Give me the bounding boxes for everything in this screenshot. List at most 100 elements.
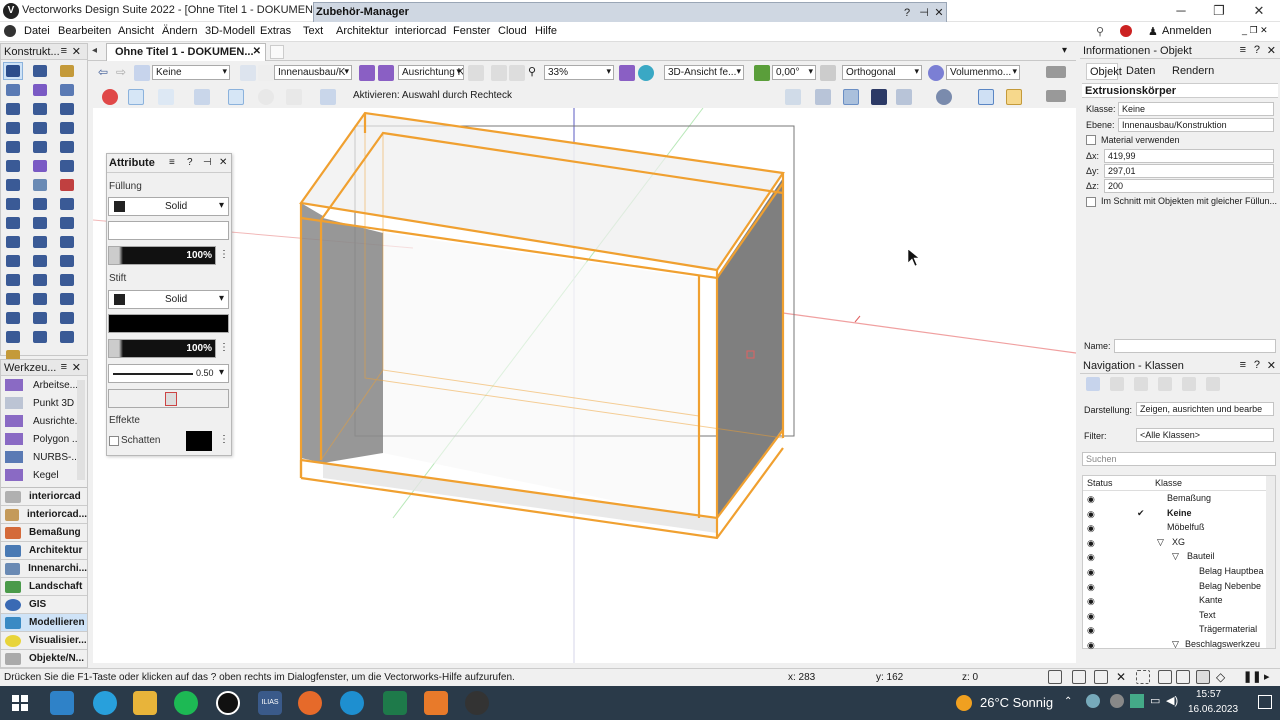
expand-toggle-icon[interactable]: ▽ — [1172, 639, 1179, 650]
app-menu-icon[interactable] — [4, 25, 16, 37]
line-markers-field[interactable] — [108, 389, 229, 408]
walkthrough-icon[interactable] — [815, 89, 831, 105]
shadow-checkbox[interactable] — [109, 436, 119, 446]
tool-icon[interactable] — [3, 100, 23, 118]
class-row[interactable]: ◉ Kante — [1087, 595, 1273, 610]
fly-icon[interactable] — [843, 89, 859, 105]
fill-style-dropdown[interactable]: Solid ▾ — [108, 197, 229, 216]
nav-classes-icon[interactable] — [1086, 377, 1100, 391]
snap-icon[interactable] — [468, 65, 484, 81]
dy-field[interactable]: 297,01 — [1104, 164, 1274, 178]
layer-options-icon[interactable] — [258, 65, 274, 81]
tool-icon[interactable] — [57, 195, 77, 213]
tool-icon[interactable] — [30, 328, 50, 346]
toolset-item[interactable]: Punkt 3D — [1, 394, 87, 412]
tab-objekt[interactable]: Objekt — [1086, 63, 1122, 80]
fill-opacity-field[interactable]: 100% — [108, 246, 216, 265]
disable-snap-icon[interactable] — [102, 89, 118, 105]
network-icon[interactable]: ▭ — [1150, 694, 1160, 707]
notification-center-icon[interactable] — [1258, 695, 1272, 709]
class-list-scrollbar[interactable] — [1266, 476, 1275, 648]
menu-fenster[interactable]: Fenster — [453, 25, 490, 37]
obs-icon[interactable] — [465, 691, 489, 715]
polygon-selection-icon[interactable] — [286, 89, 302, 105]
shadow-color-swatch[interactable] — [186, 431, 212, 451]
tool-icon[interactable] — [30, 176, 50, 194]
toolset-menu-icon[interactable]: ≡ — [61, 361, 67, 373]
tab-rendern[interactable]: Rendern — [1172, 65, 1214, 77]
dialog-pin-button[interactable]: ⊣ — [916, 5, 932, 21]
palette-menu-icon[interactable]: ≡ — [61, 45, 67, 57]
tab-daten[interactable]: Daten — [1126, 65, 1155, 77]
angle-field[interactable]: 0,00° — [772, 65, 816, 80]
visibility-eye-icon[interactable]: ◉ — [1087, 523, 1095, 534]
selection-mode-2-icon[interactable] — [158, 89, 174, 105]
back-arrow-icon[interactable]: ⇦ — [98, 65, 108, 79]
name-field[interactable] — [1114, 339, 1276, 353]
category-interiorcad-2[interactable]: interiorcad... — [1, 506, 87, 524]
view-dropdown[interactable]: 3D-Ansicht fe... — [664, 65, 744, 80]
visibility-eye-icon[interactable]: ◉ — [1087, 582, 1095, 593]
folder-icon[interactable] — [133, 691, 157, 715]
zoom-extents-icon[interactable] — [491, 65, 507, 81]
menu-architektur[interactable]: Architektur — [336, 25, 389, 37]
tool-icon[interactable] — [57, 62, 77, 80]
tool-icon[interactable] — [30, 290, 50, 308]
minimize-button[interactable]: ─ — [1162, 0, 1200, 22]
tool-icon[interactable] — [3, 176, 23, 194]
tool-icon[interactable] — [3, 138, 23, 156]
menu-3d-modell[interactable]: 3D-Modell — [205, 25, 255, 37]
status-more-icon[interactable]: ▸ — [1264, 670, 1270, 683]
tool-icon[interactable] — [30, 81, 50, 99]
toolset-item[interactable]: Polygon ... — [1, 430, 87, 448]
tool-icon[interactable] — [3, 214, 23, 232]
tool-icon[interactable] — [3, 62, 23, 80]
tool-icon[interactable] — [57, 176, 77, 194]
app-icon[interactable] — [424, 691, 448, 715]
tool-icon[interactable] — [30, 195, 50, 213]
class-row[interactable]: ◉ Belag Hauptbea — [1087, 566, 1273, 581]
windows-start-icon[interactable] — [12, 695, 28, 711]
layer-dropdown[interactable]: Innenausbau/K — [274, 65, 352, 80]
class-search-input[interactable]: Suchen — [1082, 452, 1276, 466]
tool-icon[interactable] — [57, 157, 77, 175]
alignment-dropdown[interactable]: Ausrichtung K... — [398, 65, 464, 80]
close-window-button[interactable]: ✕ — [1240, 0, 1278, 22]
render-mode-icon[interactable] — [928, 65, 944, 81]
snap-edge-icon[interactable] — [1176, 670, 1190, 684]
tray-chevron-icon[interactable]: ⌃ — [1064, 696, 1072, 707]
zoom-icon[interactable]: ⚲ — [528, 65, 536, 78]
selection-mode-1-icon[interactable] — [128, 89, 144, 105]
toolset-item[interactable]: Ausrichte... — [1, 412, 87, 430]
tool-icon[interactable] — [3, 290, 23, 308]
cube-icon[interactable] — [871, 89, 887, 105]
fit-icon[interactable] — [509, 65, 525, 81]
col-klasse[interactable]: Klasse — [1155, 478, 1182, 488]
tool-icon[interactable] — [30, 252, 50, 270]
edge-icon[interactable] — [340, 691, 364, 715]
rotate-view-icon[interactable] — [785, 89, 801, 105]
tray-icon-1[interactable] — [1086, 694, 1100, 708]
excel-icon[interactable] — [383, 691, 407, 715]
tool-icon[interactable] — [30, 214, 50, 232]
spotify-icon[interactable] — [174, 691, 198, 715]
snap-distance-icon[interactable] — [1136, 670, 1150, 684]
menu-extras[interactable]: Extras — [260, 25, 291, 37]
category-innenarchitektur[interactable]: Innenarchi... — [1, 560, 87, 578]
tool-icon[interactable] — [30, 157, 50, 175]
snap-tangent-icon[interactable] — [1158, 670, 1172, 684]
nav-sheets-icon[interactable] — [1134, 377, 1148, 391]
class-row[interactable]: ◉ Bemaßung — [1087, 493, 1273, 508]
tool-icon[interactable] — [30, 271, 50, 289]
toolbar-collapse-icon[interactable] — [1046, 66, 1066, 78]
tool-icon[interactable] — [57, 252, 77, 270]
snap-grid-icon[interactable] — [1048, 670, 1062, 684]
projection-dropdown[interactable]: Orthogonal — [842, 65, 922, 80]
menu-hilfe[interactable]: Hilfe — [535, 25, 557, 37]
palette-close-icon[interactable]: ✕ — [72, 45, 81, 58]
plane-icon[interactable] — [978, 89, 994, 105]
class-visibility-icon[interactable] — [378, 65, 394, 81]
col-status[interactable]: Status — [1087, 478, 1113, 488]
visibility-eye-icon[interactable]: ◉ — [1087, 567, 1095, 578]
forward-arrow-icon[interactable]: ⇨ — [116, 65, 126, 79]
